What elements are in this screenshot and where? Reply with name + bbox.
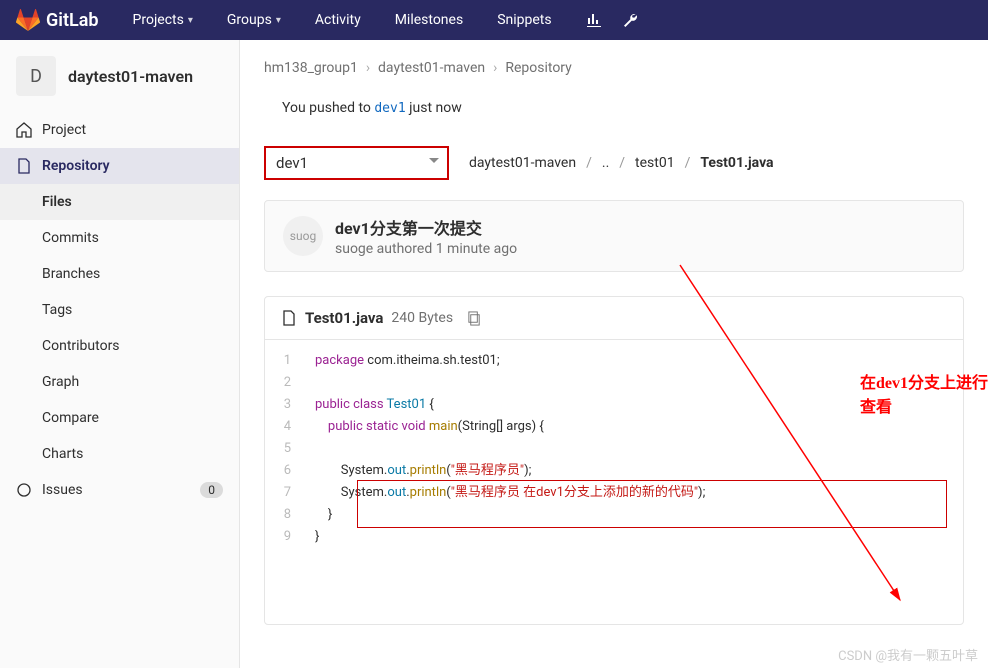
sidebar-item-project[interactable]: Project: [0, 112, 239, 148]
nav-projects[interactable]: Projects▾: [119, 2, 207, 38]
bc-project[interactable]: daytest01-maven: [378, 60, 485, 76]
code-viewer: 123456789 package com.itheima.sh.test01;…: [265, 340, 963, 624]
file-size: 240 Bytes: [391, 310, 453, 326]
breadcrumb: hm138_group1 › daytest01-maven › Reposit…: [264, 60, 964, 76]
annotation-text-1: 在dev1分支上进行查看: [860, 369, 988, 417]
nav-milestones[interactable]: Milestones: [381, 2, 478, 38]
sidebar-sub-branches[interactable]: Branches: [0, 256, 239, 292]
sidebar-sub-charts[interactable]: Charts: [0, 436, 239, 472]
line-numbers: 123456789: [265, 340, 301, 624]
chevron-right-icon: ›: [493, 60, 497, 76]
path-segment[interactable]: daytest01-maven: [469, 155, 576, 171]
sidebar-sub-tags[interactable]: Tags: [0, 292, 239, 328]
path-segment[interactable]: test01: [635, 155, 675, 171]
wrench-icon[interactable]: [622, 12, 638, 28]
issues-count-badge: 0: [200, 482, 223, 498]
sidebar-item-issues[interactable]: Issues 0: [0, 472, 239, 508]
file-header: Test01.java 240 Bytes: [265, 297, 963, 340]
file-navigation: dev1 daytest01-maven / .. / test01 / Tes…: [264, 146, 964, 180]
sidebar-label: Issues: [42, 482, 83, 498]
copy-icon[interactable]: [467, 311, 482, 326]
sidebar-label: Repository: [42, 158, 110, 174]
gitlab-icon: [16, 8, 40, 32]
last-commit: suog dev1分支第一次提交 suoge authored 1 minute…: [264, 200, 964, 272]
main-content: hm138_group1 › daytest01-maven › Reposit…: [240, 40, 988, 668]
push-branch-link[interactable]: dev1: [374, 101, 405, 116]
commit-meta: suoge authored 1 minute ago: [335, 241, 517, 257]
page-body: D daytest01-maven Project Repository Fil…: [0, 40, 988, 668]
sidebar-sub-contributors[interactable]: Contributors: [0, 328, 239, 364]
file-icon: [281, 310, 297, 326]
file-name: Test01.java: [305, 309, 383, 327]
commit-title[interactable]: dev1分支第一次提交: [335, 215, 517, 239]
file-path: daytest01-maven / .. / test01 / Test01.j…: [469, 155, 774, 171]
path-segment[interactable]: ..: [602, 155, 609, 171]
sidebar-label: Project: [42, 122, 86, 138]
nav-groups[interactable]: Groups▾: [213, 2, 295, 38]
chart-icon[interactable]: [586, 12, 602, 28]
sidebar-sub-graph[interactable]: Graph: [0, 364, 239, 400]
doc-icon: [16, 158, 32, 174]
sidebar-sub-compare[interactable]: Compare: [0, 400, 239, 436]
file-content-panel: Test01.java 240 Bytes 123456789 package …: [264, 296, 964, 625]
chevron-down-icon: ▾: [188, 15, 193, 26]
top-header: GitLab Projects▾ Groups▾ Activity Milest…: [0, 0, 988, 40]
commit-avatar: suog: [283, 216, 323, 256]
sidebar-sub-files[interactable]: Files: [0, 184, 239, 220]
sidebar-item-repository[interactable]: Repository: [0, 148, 239, 184]
nav-activity[interactable]: Activity: [301, 2, 375, 38]
bc-section: Repository: [505, 60, 571, 76]
watermark: CSDN @我有一颗五叶草: [838, 645, 978, 664]
home-icon: [16, 122, 32, 138]
project-name: daytest01-maven: [68, 67, 193, 86]
chevron-right-icon: ›: [366, 60, 370, 76]
bc-group[interactable]: hm138_group1: [264, 60, 358, 76]
sidebar: D daytest01-maven Project Repository Fil…: [0, 40, 240, 668]
issues-icon: [16, 482, 32, 498]
header-nav: Projects▾ Groups▾ Activity Milestones Sn…: [119, 2, 566, 38]
gitlab-logo[interactable]: GitLab: [16, 8, 99, 32]
sidebar-sub-commits[interactable]: Commits: [0, 220, 239, 256]
push-notification: You pushed to dev1 just now: [282, 100, 964, 116]
path-file: Test01.java: [700, 155, 773, 171]
branch-selector[interactable]: dev1: [264, 146, 449, 180]
header-icon-group: [586, 12, 638, 28]
nav-snippets[interactable]: Snippets: [483, 2, 565, 38]
chevron-down-icon: ▾: [276, 15, 281, 26]
project-avatar: D: [16, 56, 56, 96]
brand-text: GitLab: [46, 10, 99, 31]
project-header[interactable]: D daytest01-maven: [0, 40, 239, 112]
